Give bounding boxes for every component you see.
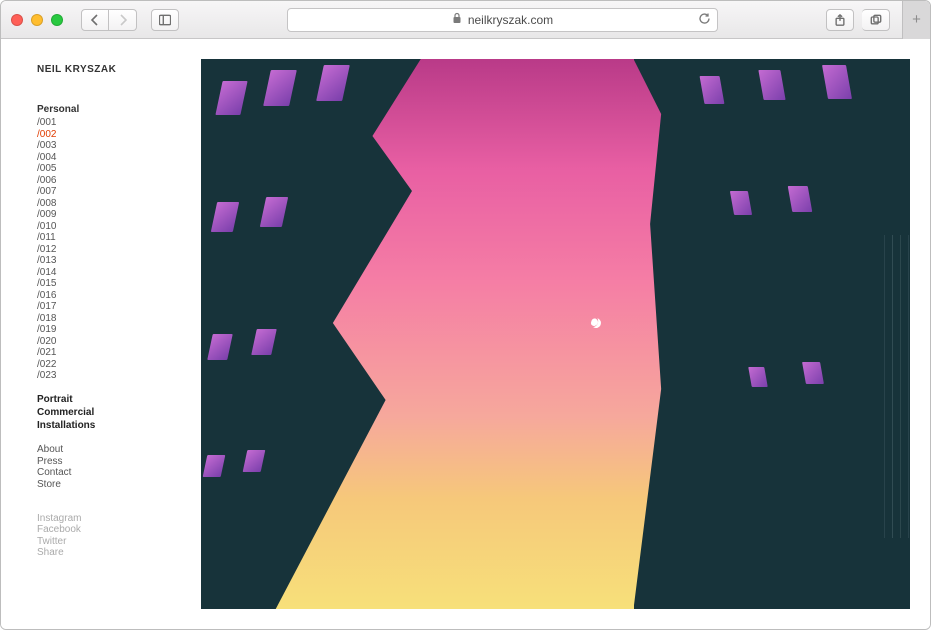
nav-info-item[interactable]: Contact — [37, 468, 201, 478]
nav-social-item[interactable]: Share — [37, 548, 201, 558]
back-button[interactable] — [81, 9, 109, 31]
nav-social: InstagramFacebook TwitterShare — [37, 514, 201, 559]
nav-personal-item[interactable]: /009 — [37, 210, 201, 220]
gallery-photo[interactable] — [201, 59, 910, 609]
nav-social-item[interactable]: Facebook — [37, 525, 201, 535]
nav-personal-item[interactable]: /011 — [37, 233, 201, 243]
site-title[interactable]: NEIL KRYSZAK — [37, 65, 201, 75]
nav-info-item[interactable]: Press — [37, 457, 201, 467]
nav-personal-item[interactable]: /022 — [37, 360, 201, 370]
nav-social-item[interactable]: Instagram — [37, 514, 201, 524]
address-bar[interactable]: neilkryszak.com — [287, 8, 718, 32]
nav-category-item[interactable]: Installations — [37, 421, 201, 431]
window-controls — [11, 14, 63, 26]
browser-window: neilkryszak.com + NEIL KRYSZAK Personal … — [0, 0, 931, 630]
nav-personal-item[interactable]: /019 — [37, 325, 201, 335]
main-image-area — [201, 39, 930, 629]
nav-personal-item[interactable]: /017 — [37, 302, 201, 312]
nav-personal-item[interactable]: /016 — [37, 291, 201, 301]
nav-personal-item[interactable]: /010 — [37, 222, 201, 232]
nav-personal-item[interactable]: /008 — [37, 199, 201, 209]
reload-button[interactable] — [698, 12, 711, 28]
nav-personal-item[interactable]: /023 — [37, 371, 201, 381]
close-window-button[interactable] — [11, 14, 23, 26]
address-url: neilkryszak.com — [468, 13, 553, 27]
toolbar-right — [826, 9, 890, 31]
new-tab-button[interactable]: + — [902, 1, 930, 39]
share-button[interactable] — [826, 9, 854, 31]
nav-personal-item[interactable]: /014 — [37, 268, 201, 278]
nav-info-item[interactable]: Store — [37, 480, 201, 490]
nav-info-item[interactable]: About — [37, 445, 201, 455]
zoom-window-button[interactable] — [51, 14, 63, 26]
nav-personal-item[interactable]: /001 — [37, 118, 201, 128]
browser-titlebar: neilkryszak.com + — [1, 1, 930, 39]
nav-personal-item[interactable]: /007 — [37, 187, 201, 197]
nav-personal-item[interactable]: /013 — [37, 256, 201, 266]
nav-category-item[interactable]: Portrait — [37, 395, 201, 405]
nav-personal-item[interactable]: /021 — [37, 348, 201, 358]
nav-category-item[interactable]: Commercial — [37, 408, 201, 418]
nav-personal-item[interactable]: /002 — [37, 130, 201, 140]
nav-personal-item[interactable]: /020 — [37, 337, 201, 347]
tabs-overview-button[interactable] — [862, 9, 890, 31]
nav-info: About PressContact Store — [37, 445, 201, 490]
nav-personal-item[interactable]: /005 — [37, 164, 201, 174]
photo-building-right — [634, 59, 911, 609]
nav-personal-item[interactable]: /006 — [37, 176, 201, 186]
nav-personal-item[interactable]: /018 — [37, 314, 201, 324]
nav-categories: Portrait Commercial Installations — [37, 395, 201, 431]
page-viewport: NEIL KRYSZAK Personal /001/002/003/004/0… — [1, 39, 930, 629]
nav-personal-header[interactable]: Personal — [37, 105, 201, 115]
minimize-window-button[interactable] — [31, 14, 43, 26]
history-nav — [81, 9, 137, 31]
nav-social-item[interactable]: Twitter — [37, 537, 201, 547]
forward-button[interactable] — [109, 9, 137, 31]
nav-personal-item[interactable]: /004 — [37, 153, 201, 163]
nav-personal-item[interactable]: /012 — [37, 245, 201, 255]
nav-personal-item[interactable]: /015 — [37, 279, 201, 289]
sidebar-toggle-button[interactable] — [151, 9, 179, 31]
site-sidebar: NEIL KRYSZAK Personal /001/002/003/004/0… — [1, 39, 201, 629]
lock-icon — [452, 12, 462, 27]
photo-railing — [892, 235, 893, 538]
nav-personal: Personal /001/002/003/004/005/006/007/00… — [37, 105, 201, 381]
nav-personal-item[interactable]: /003 — [37, 141, 201, 151]
